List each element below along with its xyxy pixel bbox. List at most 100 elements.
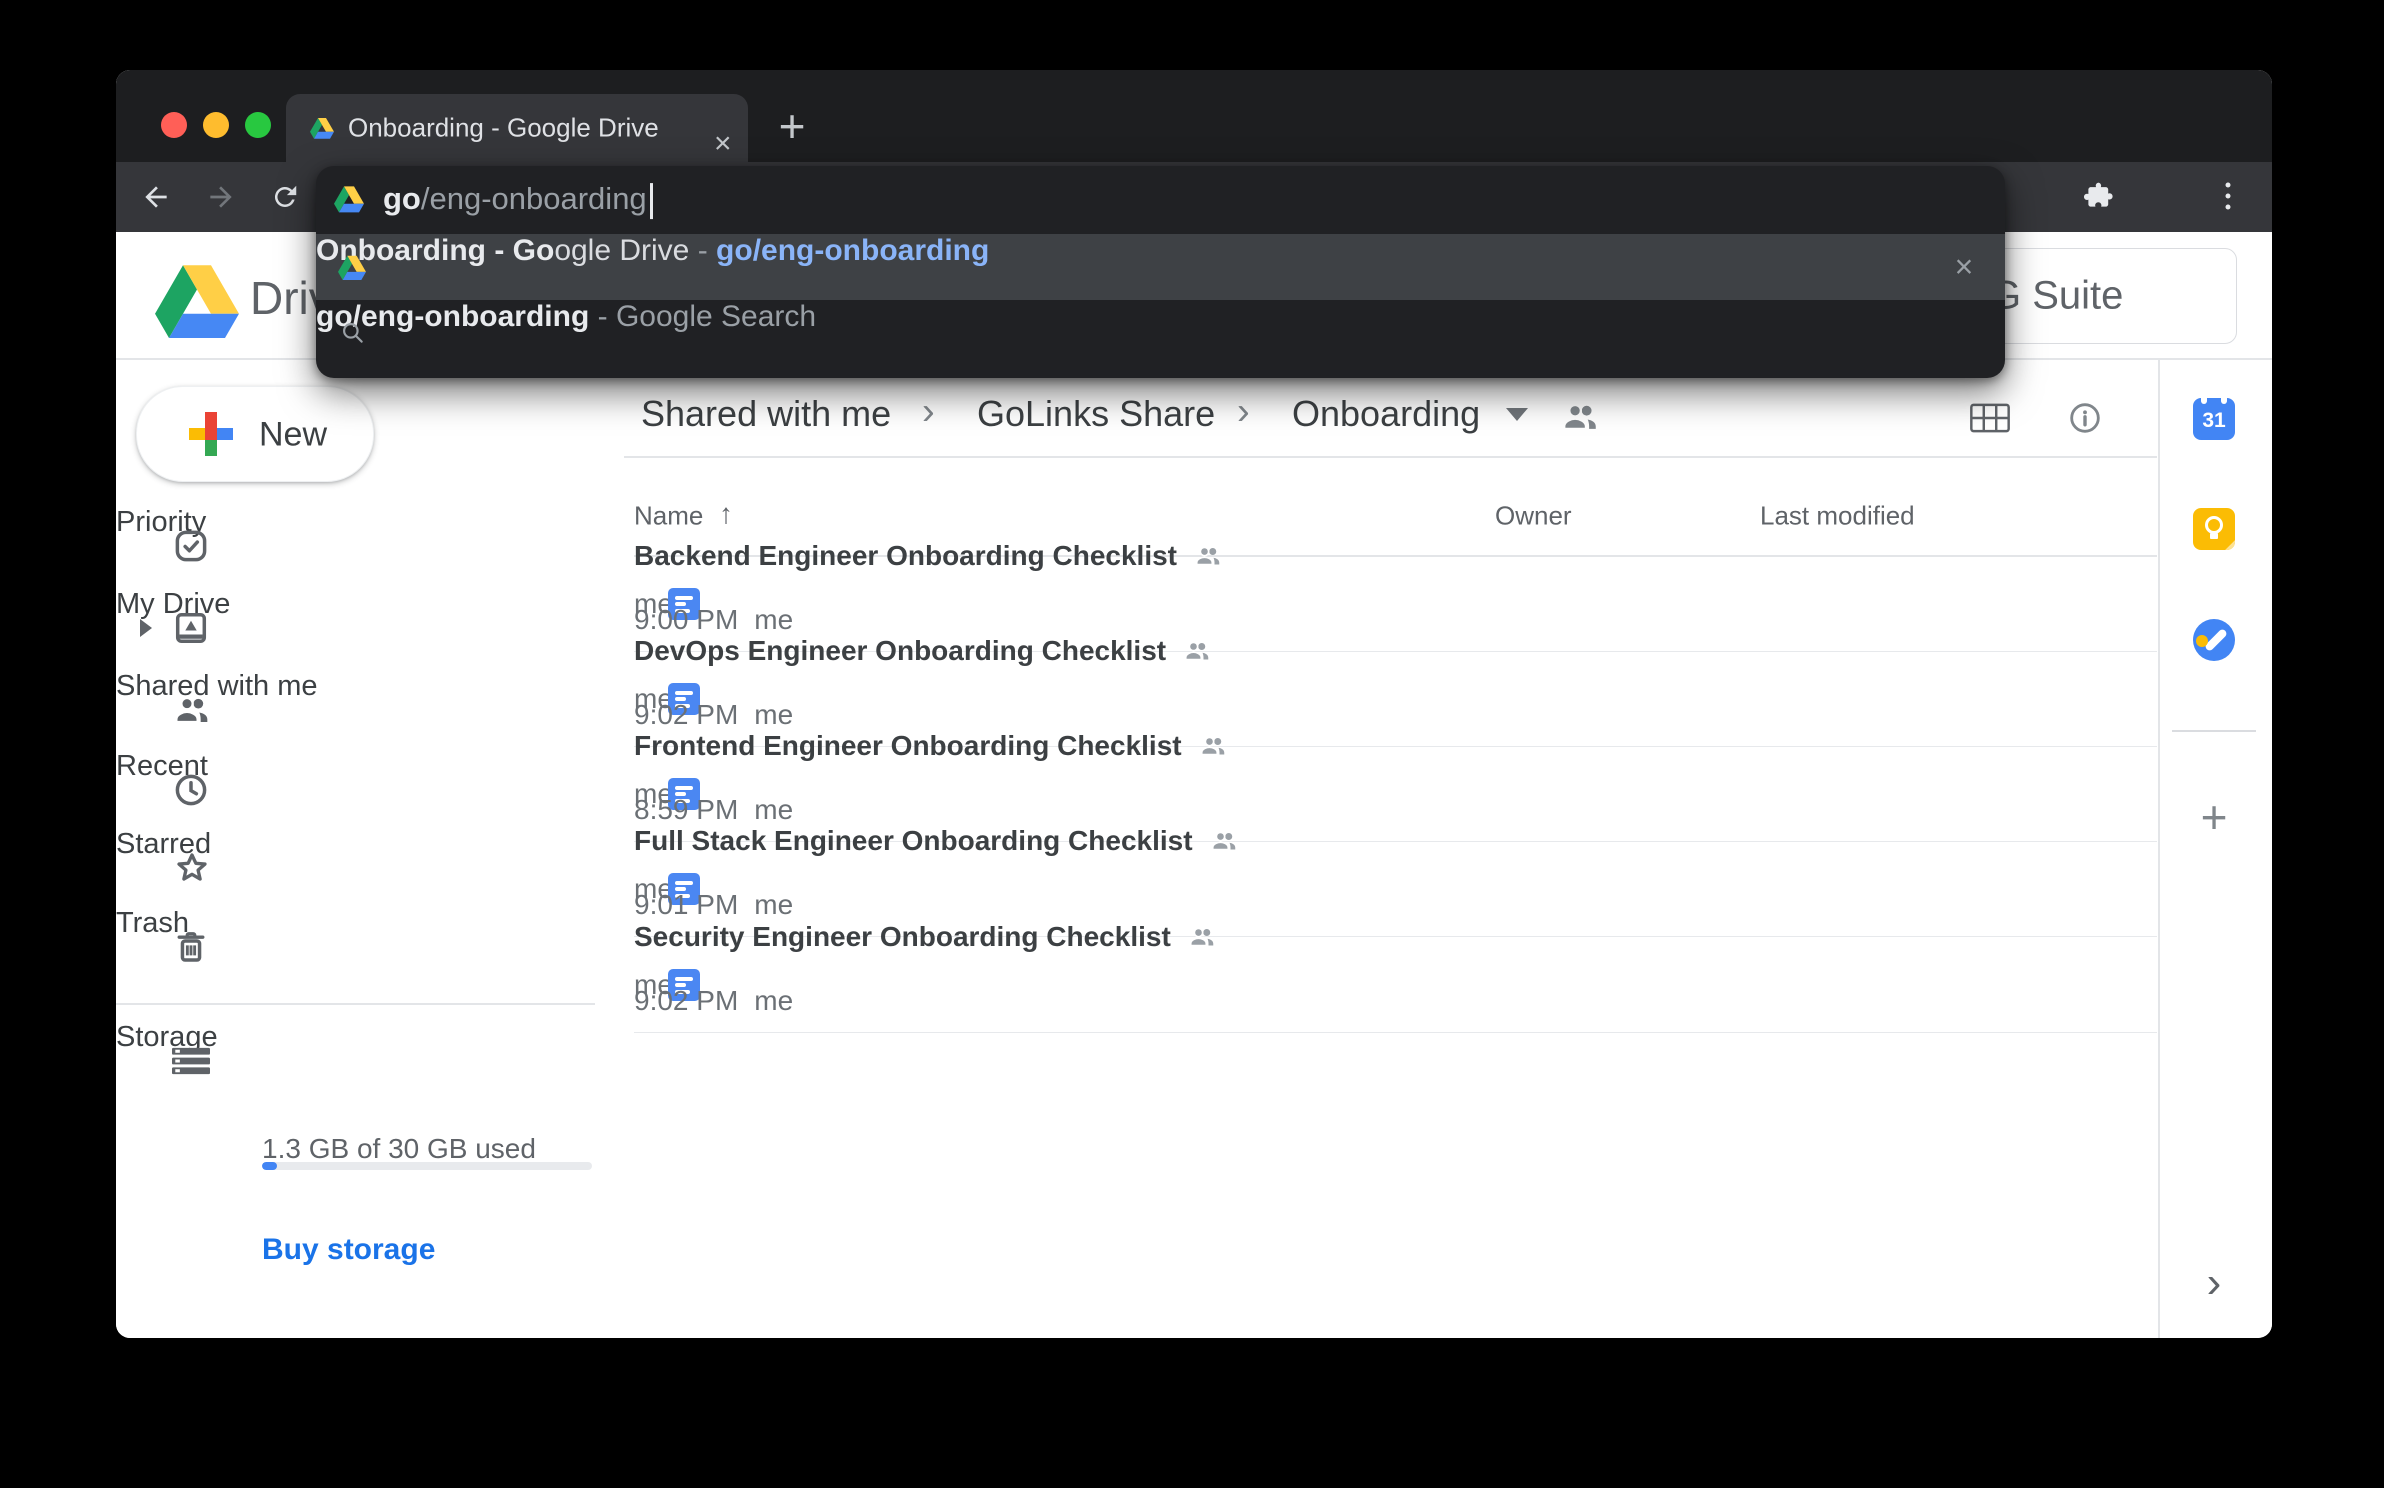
right-rail-divider: [2158, 358, 2160, 1338]
trash-icon: [172, 928, 210, 966]
new-button-label: New: [259, 416, 327, 455]
breadcrumb-separator: ›: [1237, 391, 1250, 434]
suggestion-url: go/eng-onboarding: [716, 234, 989, 267]
account-avatar[interactable]: [2144, 262, 2212, 330]
add-panel-icon[interactable]: +: [2201, 790, 2228, 844]
file-modified-by: me: [754, 699, 793, 731]
google-drive-favicon: [310, 117, 334, 139]
shared-indicator-icon: [1182, 636, 1212, 666]
omnibox-typed-rest: /eng-onboarding: [421, 181, 647, 216]
suggestion-separator: -: [689, 234, 716, 267]
column-header-owner[interactable]: Owner: [1495, 501, 1572, 532]
google-drive-favicon: [334, 185, 364, 213]
suggestion-engine: Google Search: [616, 300, 816, 333]
reload-icon[interactable]: [270, 182, 300, 212]
new-button[interactable]: New: [136, 386, 374, 482]
file-name: Security Engineer Onboarding Checklist: [634, 921, 1171, 953]
omnibox-typed-bold: go: [383, 181, 421, 216]
browser-window: Onboarding - Google Drive × +: [116, 70, 2272, 1338]
shared-indicator-icon: [1187, 922, 1217, 952]
file-modified-by: me: [754, 985, 793, 1017]
my-drive-icon: [172, 609, 210, 647]
calendar-date-label: 31: [2202, 409, 2225, 433]
file-modified-time: 8:59 PM: [634, 794, 738, 826]
breadcrumb-separator: ›: [922, 391, 935, 434]
remove-suggestion-icon[interactable]: ×: [1955, 249, 1974, 286]
suggestion-separator: -: [589, 300, 616, 333]
browser-menu-icon[interactable]: [2226, 183, 2231, 210]
google-drive-favicon: [338, 255, 366, 280]
recent-clock-icon: [172, 771, 210, 809]
new-tab-button[interactable]: +: [779, 99, 806, 153]
shared-with-me-icon: [172, 690, 212, 730]
grid-view-icon[interactable]: [1970, 403, 2010, 433]
file-modified-by: me: [754, 604, 793, 636]
browser-profile-avatar[interactable]: [2134, 172, 2186, 224]
sidebar-item-recent[interactable]: Recent: [116, 750, 604, 830]
shared-indicator-icon: [1193, 541, 1223, 571]
google-tasks-icon[interactable]: [2193, 619, 2235, 661]
sidebar-item-shared-with-me[interactable]: Shared with me: [116, 670, 604, 750]
tab-bar: Onboarding - Google Drive × +: [116, 70, 2272, 162]
omnibox-dropdown: go/eng-onboarding Onboarding - Google Dr…: [316, 166, 2005, 378]
browser-tab[interactable]: Onboarding - Google Drive ×: [286, 94, 748, 162]
back-icon[interactable]: [140, 181, 172, 213]
file-modified-by: me: [754, 889, 793, 921]
tab-title: Onboarding - Google Drive: [348, 113, 659, 144]
tab-close-icon[interactable]: ×: [714, 127, 732, 161]
google-keep-icon[interactable]: [2193, 508, 2235, 550]
forward-icon[interactable]: [205, 181, 237, 213]
storage-usage-text: 1.3 GB of 30 GB used: [262, 1133, 536, 1165]
multicolor-plus-icon: [189, 412, 233, 456]
list-top-divider: [624, 456, 2157, 458]
suggestion-navigate[interactable]: Onboarding - Google Drive - go/eng-onboa…: [316, 234, 2005, 300]
search-icon: [340, 320, 366, 346]
column-header-last-modified[interactable]: Last modified: [1760, 501, 1915, 532]
file-name: Backend Engineer Onboarding Checklist: [634, 540, 1177, 572]
storage-icon: [172, 1047, 210, 1075]
file-modified-time: 9:00 PM: [634, 604, 738, 636]
info-icon[interactable]: [2068, 401, 2102, 435]
sidebar-item-trash[interactable]: Trash: [116, 907, 604, 987]
sidebar-label: Shared with me: [116, 670, 318, 702]
file-modified-by: me: [754, 794, 793, 826]
folder-shared-people-icon: [1559, 396, 1601, 438]
gsuite-badge: G Suite: [1965, 248, 2237, 344]
folder-dropdown-caret-icon[interactable]: [1506, 408, 1528, 421]
sort-ascending-icon[interactable]: ↑: [719, 498, 733, 530]
shared-indicator-icon: [1198, 731, 1228, 761]
file-row[interactable]: Security Engineer Onboarding Checklist m…: [634, 937, 2157, 1033]
screen-background: Onboarding - Google Drive × +: [0, 0, 2384, 1488]
file-name: DevOps Engineer Onboarding Checklist: [634, 635, 1166, 667]
google-calendar-icon[interactable]: 31: [2193, 398, 2235, 440]
breadcrumb-onboarding[interactable]: Onboarding: [1292, 393, 1480, 435]
gsuite-label: G Suite: [1990, 274, 2123, 319]
sidebar-item-starred[interactable]: Starred: [116, 828, 604, 908]
buy-storage-link[interactable]: Buy storage: [262, 1233, 435, 1267]
sidebar-item-my-drive[interactable]: My Drive: [116, 588, 604, 668]
suggestion-search[interactable]: go/eng-onboarding - Google Search: [316, 300, 2005, 366]
close-window-button[interactable]: [161, 112, 187, 138]
file-name: Full Stack Engineer Onboarding Checklist: [634, 825, 1193, 857]
shared-indicator-icon: [1209, 826, 1239, 856]
expand-panel-chevron-icon[interactable]: ›: [2207, 1258, 2222, 1308]
extensions-puzzle-icon[interactable]: [2082, 179, 2116, 213]
storage-progress-bar: [262, 1162, 592, 1170]
file-name: Frontend Engineer Onboarding Checklist: [634, 730, 1182, 762]
rail-divider: [2172, 730, 2256, 732]
breadcrumb-golinks-share[interactable]: GoLinks Share: [977, 393, 1215, 435]
column-header-name[interactable]: Name: [634, 501, 703, 532]
omnibox-input[interactable]: go/eng-onboarding: [383, 181, 653, 219]
breadcrumb-shared-with-me[interactable]: Shared with me: [641, 393, 891, 435]
file-modified-time: 9:02 PM: [634, 985, 738, 1017]
minimize-window-button[interactable]: [203, 112, 229, 138]
sidebar-item-storage[interactable]: Storage: [116, 1021, 604, 1101]
google-drive-logo-icon: [155, 263, 239, 338]
suggestion-title-rest: ogle Drive: [554, 234, 689, 267]
expand-arrow-icon[interactable]: [140, 619, 152, 637]
sidebar-divider: [116, 1003, 595, 1005]
priority-icon: [172, 527, 210, 565]
file-modified-time: 9:02 PM: [634, 699, 738, 731]
sidebar-item-priority[interactable]: Priority: [116, 506, 604, 586]
zoom-window-button[interactable]: [245, 112, 271, 138]
